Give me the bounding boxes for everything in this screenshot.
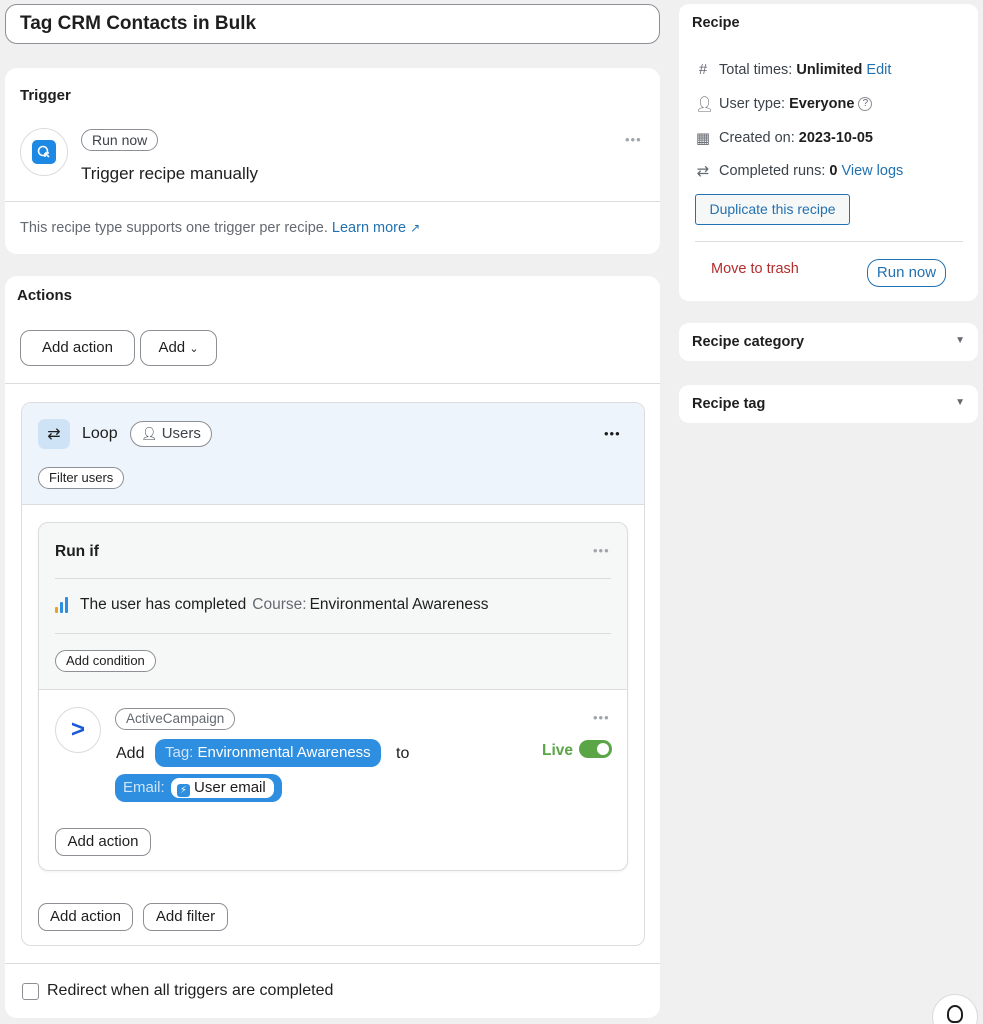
actions-divider — [5, 383, 660, 384]
condition-value: Environmental Awareness — [309, 596, 489, 613]
user-icon: 👤︎ — [141, 426, 158, 441]
loop-add-action-button[interactable]: Add action — [38, 903, 133, 931]
recipe-category-panel[interactable]: Recipe category ▼ — [679, 323, 978, 361]
trigger-note-text: This recipe type supports one trigger pe… — [20, 220, 328, 236]
loop-header: ⇄ Loop 👤︎ Users ••• Filter users — [22, 403, 644, 505]
created-label: Created on: — [719, 130, 795, 146]
run-now-badge: Run now — [81, 129, 159, 151]
add-condition-button[interactable]: Add condition — [55, 650, 156, 672]
add-filter-button[interactable]: Add filter — [143, 903, 228, 931]
user-icon: 👤︎ — [695, 96, 715, 113]
external-link-icon: ↗ — [410, 221, 421, 235]
tag-token-value: Environmental Awareness — [197, 744, 371, 761]
run-if-block: Run if ••• The user has completed Course… — [38, 522, 628, 871]
recipe-panel: Recipe # Total times: Unlimited Edit 👤︎ … — [679, 4, 978, 301]
run-if-condition: The user has completed Course: Environme… — [55, 596, 489, 614]
condition-field: Course: — [252, 596, 307, 613]
redirect-row[interactable]: Redirect when all triggers are completed — [22, 982, 333, 1000]
loop-icon: ⇄ — [38, 419, 70, 449]
email-value-chip: ⚡︎ User email — [170, 778, 274, 798]
run-if-more-icon[interactable]: ••• — [593, 543, 610, 558]
recipe-title-input[interactable]: Tag CRM Contacts in Bulk — [5, 4, 660, 44]
move-to-trash-link[interactable]: Move to trash — [711, 261, 799, 277]
action-more-icon[interactable]: ••• — [593, 710, 610, 725]
bar-chart-icon — [55, 597, 68, 613]
run-if-divider-top — [55, 578, 611, 579]
activecampaign-logo: > — [55, 707, 101, 753]
add-dropdown-label: Add — [158, 339, 186, 356]
actions-heading: Actions — [17, 287, 73, 304]
action-connector: to — [396, 745, 410, 762]
actions-panel: Actions Add action Add ⌄ ⇄ Loop 👤︎ Users… — [5, 276, 660, 1018]
live-toggle[interactable] — [579, 740, 612, 758]
filter-users-button[interactable]: Filter users — [38, 467, 125, 489]
redirect-checkbox[interactable] — [22, 982, 39, 1000]
run-if-heading: Run if — [55, 543, 99, 560]
redirect-label: Redirect when all triggers are completed — [47, 982, 334, 999]
action-verb: Add — [116, 745, 145, 762]
caret-down-icon: ▼ — [955, 397, 965, 408]
email-token-value: User email — [194, 779, 266, 796]
total-times-row: # Total times: Unlimited Edit — [695, 61, 892, 78]
run-now-button[interactable]: Run now — [867, 259, 946, 287]
trigger-heading: Trigger — [20, 87, 71, 104]
loop-target-text: Users — [161, 425, 201, 442]
completed-label: Completed runs: — [719, 163, 826, 179]
tag-token[interactable]: Tag: Environmental Awareness — [155, 739, 381, 767]
loop-target-badge: 👤︎ Users — [130, 421, 212, 447]
add-action-button[interactable]: Add action — [20, 330, 135, 366]
loop-block: ⇄ Loop 👤︎ Users ••• Filter users Run if … — [21, 402, 645, 946]
integration-badge: ActiveCampaign — [115, 708, 236, 730]
recipe-divider — [695, 241, 963, 242]
run-if-divider-bottom — [55, 633, 611, 634]
total-times-label: Total times: — [719, 61, 793, 78]
learn-more-link[interactable]: Learn more — [332, 220, 406, 236]
chevron-down-icon: ⌄ — [189, 343, 199, 355]
email-token-label: Email: — [123, 779, 165, 796]
recipe-heading: Recipe — [692, 15, 740, 31]
created-row: ▦ Created on: 2023-10-05 — [695, 129, 873, 147]
condition-prefix: The user has completed — [80, 596, 247, 613]
live-status: Live — [542, 742, 574, 759]
user-type-label: User type: — [719, 96, 786, 112]
trigger-icon-circle — [20, 128, 68, 176]
repeat-icon: ⇄ — [696, 163, 710, 180]
redirect-divider — [5, 963, 660, 964]
completed-value: 0 — [829, 163, 838, 179]
recipe-category-heading: Recipe category — [692, 334, 805, 350]
help-icon[interactable]: ? — [858, 97, 873, 111]
help-launcher-button[interactable] — [932, 994, 978, 1024]
created-value: 2023-10-05 — [798, 130, 873, 146]
hash-icon: # — [698, 61, 708, 78]
trigger-more-icon[interactable]: ••• — [625, 132, 642, 147]
action-item: > ActiveCampaign ••• Add Tag: Environmen… — [39, 689, 627, 870]
calendar-icon: ▦ — [695, 130, 711, 147]
loop-label: Loop — [82, 425, 118, 442]
edit-link[interactable]: Edit — [866, 62, 891, 78]
recipe-tag-heading: Recipe tag — [692, 396, 766, 412]
inner-add-action-button[interactable]: Add action — [55, 828, 151, 856]
email-token[interactable]: Email: ⚡︎ User email — [115, 774, 282, 802]
manual-trigger-icon — [32, 140, 56, 164]
user-type-value: Everyone — [789, 96, 855, 112]
trigger-description: Trigger recipe manually — [81, 164, 258, 183]
loop-more-icon[interactable]: ••• — [604, 426, 621, 441]
view-logs-link[interactable]: View logs — [841, 163, 903, 179]
lightning-icon: ⚡︎ — [176, 784, 190, 797]
add-dropdown-button[interactable]: Add ⌄ — [140, 330, 217, 366]
tag-token-label: Tag: — [165, 744, 194, 761]
caret-down-icon: ▼ — [955, 335, 965, 346]
completed-row: ⇄ Completed runs: 0 View logs — [695, 162, 904, 180]
trigger-panel: Trigger Run now Trigger recipe manually … — [5, 68, 660, 254]
user-type-row: 👤︎ User type: Everyone ? — [695, 95, 873, 113]
duplicate-recipe-button[interactable]: Duplicate this recipe — [695, 194, 850, 225]
trigger-note: This recipe type supports one trigger pe… — [20, 220, 420, 236]
recipe-tag-panel[interactable]: Recipe tag ▼ — [679, 385, 978, 423]
trigger-divider — [5, 201, 660, 202]
chevron-right-icon: > — [70, 716, 85, 743]
lightbulb-icon — [947, 1005, 963, 1023]
total-times-value: Unlimited — [796, 61, 863, 78]
